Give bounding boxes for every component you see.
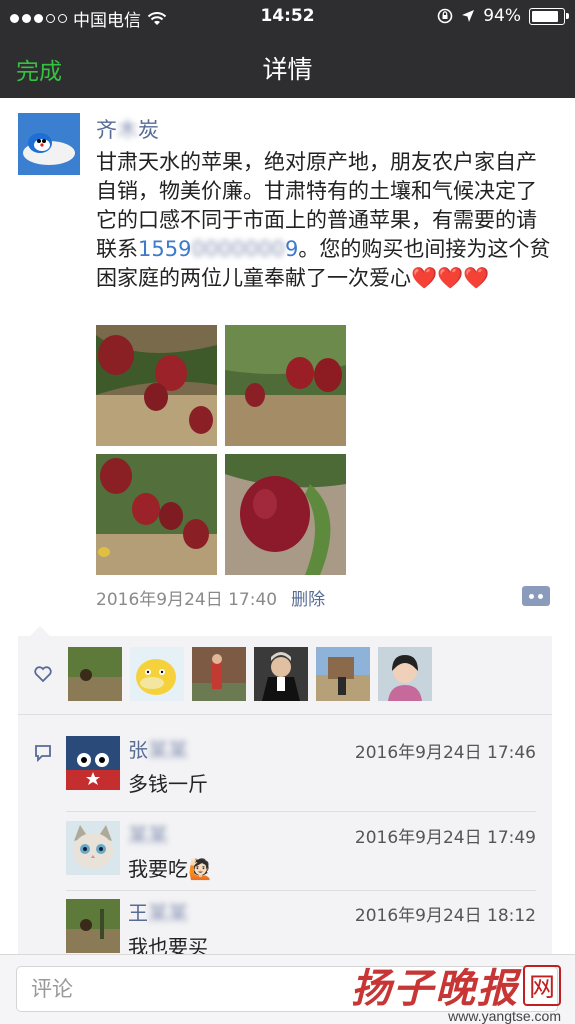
- author-name[interactable]: 齐木炭: [96, 114, 159, 144]
- delete-link[interactable]: 删除: [291, 590, 325, 610]
- rotation-lock-icon: [437, 8, 453, 24]
- comment-bubble-icon: [35, 745, 51, 762]
- comment-text: 多钱一斤: [128, 772, 208, 796]
- news-watermark: 扬子晚报网 www.yangtse.com: [351, 956, 561, 1024]
- comment-item[interactable]: 张某某 2016年9月24日 17:46 多钱一斤: [66, 736, 552, 816]
- commenter-avatar[interactable]: [66, 736, 120, 790]
- battery-percent: 94%: [483, 6, 521, 26]
- post-timestamp: 2016年9月24日 17:40: [96, 590, 278, 610]
- comment-divider: [66, 811, 536, 812]
- doraemon-avatar-image: [18, 113, 80, 175]
- liker-avatar[interactable]: [316, 647, 370, 701]
- comment-item[interactable]: 某某 2016年9月24日 17:49 我要吃🙋🏻: [66, 821, 552, 897]
- location-arrow-icon: [462, 10, 475, 22]
- author-avatar[interactable]: [18, 113, 80, 175]
- heart-emojis: ❤️❤️❤️: [411, 266, 490, 290]
- comment-item[interactable]: 王某某 2016年9月24日 18:12 我也要买: [66, 899, 552, 959]
- liker-avatar[interactable]: [130, 647, 184, 701]
- liker-avatar[interactable]: [254, 647, 308, 701]
- navigation-bar: 完成 详情: [0, 34, 575, 98]
- commenter-avatar[interactable]: [66, 821, 120, 875]
- liker-avatar[interactable]: [192, 647, 246, 701]
- like-heart-icon: [34, 666, 52, 682]
- battery-icon: [529, 7, 569, 25]
- commenter-name[interactable]: 某某: [128, 819, 168, 848]
- author-name-blurred: 木: [117, 118, 138, 142]
- photo-grid: [96, 325, 348, 575]
- commenter-name[interactable]: 王某某: [128, 897, 188, 926]
- apple-photo-3[interactable]: [96, 454, 217, 575]
- apple-photo-4[interactable]: [225, 454, 346, 575]
- liker-avatar[interactable]: [378, 647, 432, 701]
- comment-time: 2016年9月24日 17:46: [354, 743, 536, 763]
- post-meta: 2016年9月24日 17:40 删除: [96, 585, 325, 610]
- panel-pointer: [30, 626, 50, 636]
- author-name-first: 齐: [96, 118, 117, 142]
- likes-row: [18, 636, 552, 715]
- comment-time: 2016年9月24日 17:49: [354, 828, 536, 848]
- comment-divider: [66, 890, 536, 891]
- phone-number-link[interactable]: 155900000009: [138, 237, 298, 261]
- post-text: 甘肃天水的苹果，绝对原产地，朋友农户家自产自销，物美价廉。甘肃特有的土壤和气候决…: [96, 148, 556, 293]
- apple-photo-2[interactable]: [225, 325, 346, 446]
- liker-avatar[interactable]: [68, 647, 122, 701]
- interaction-panel: 张某某 2016年9月24日 17:46 多钱一斤 某某 2016年9月24日 …: [18, 636, 552, 966]
- status-right: 94%: [437, 6, 569, 26]
- author-name-last: 炭: [138, 118, 159, 142]
- page-title: 详情: [262, 55, 313, 84]
- comment-text: 我要吃🙋🏻: [128, 857, 213, 881]
- status-bar: 中国电信 14:52 94%: [0, 0, 575, 34]
- watermark-box: 网: [522, 965, 561, 1006]
- apple-photo-1[interactable]: [96, 325, 217, 446]
- commenter-name[interactable]: 张某某: [128, 734, 188, 763]
- more-options-button[interactable]: [522, 586, 550, 606]
- commenter-avatar[interactable]: [66, 899, 120, 953]
- watermark-name: 扬子晚报: [350, 965, 519, 1012]
- comment-time: 2016年9月24日 18:12: [354, 906, 536, 926]
